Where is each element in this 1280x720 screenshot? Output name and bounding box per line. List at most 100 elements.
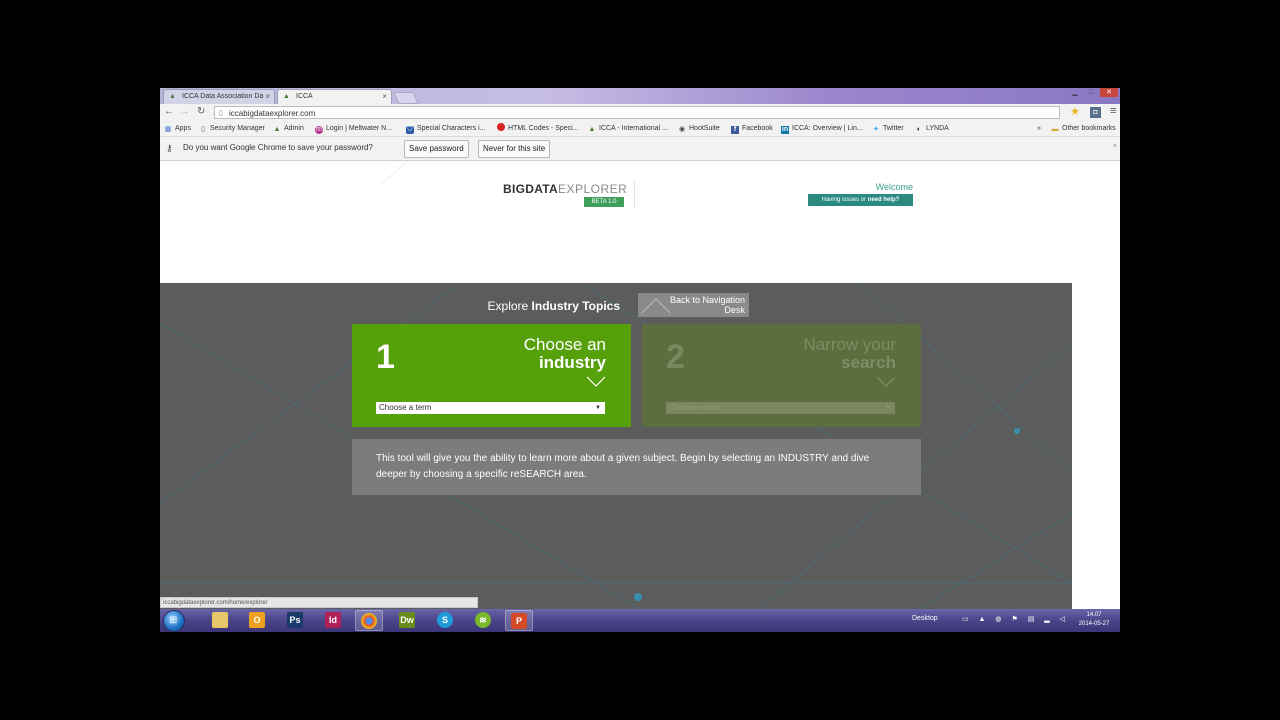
explore-panel: Explore Industry Topics Back to Navigati… bbox=[160, 283, 1072, 609]
minimize-icon[interactable]: ▁ bbox=[1068, 88, 1082, 97]
owl-icon: ◉ bbox=[678, 126, 686, 133]
taskbar-spotify[interactable]: ≋ bbox=[469, 610, 497, 631]
back-to-navigation-desk-button[interactable]: Back to Navigation Desk bbox=[638, 293, 749, 317]
bookmark-linkedin[interactable]: in ICCA: Overview | Lin... bbox=[781, 122, 863, 136]
bigdata-explorer-logo[interactable]: BIGDATAEXPLORER bbox=[503, 182, 627, 196]
apps-icon: ▦ bbox=[164, 126, 172, 133]
bookmark-twitter[interactable]: ✦ Twitter bbox=[872, 122, 904, 136]
bookmark-apps[interactable]: ▦ Apps bbox=[164, 122, 191, 136]
bookmarks-overflow-icon[interactable]: » bbox=[1037, 122, 1041, 136]
maximize-icon[interactable]: □ bbox=[1084, 88, 1098, 97]
bookmarks-bar: ▦ Apps ▯ Security Manager ▲ Admin m Login | … bbox=[160, 122, 1120, 137]
title-bar: ▲ ICCA Data Association Da × ▲ ICCA × ▁ … bbox=[160, 88, 1120, 104]
page-icon: ▯ bbox=[219, 110, 223, 117]
folder-icon bbox=[212, 612, 228, 628]
site-header: BIGDATAEXPLORER BETA 1.0 Welcome Having … bbox=[160, 161, 1072, 283]
desktop-toolbar[interactable]: Desktop bbox=[912, 615, 938, 622]
bookmark-lynda[interactable]: ◐ LYNDA bbox=[915, 122, 949, 136]
chevron-down-icon bbox=[876, 376, 896, 387]
close-tab-icon[interactable]: × bbox=[265, 90, 270, 104]
bookmark-special-characters[interactable]: ⛉ Special Characters i... bbox=[406, 122, 485, 136]
new-tab-button[interactable] bbox=[393, 92, 419, 104]
dropdown-arrow-icon: ▼ bbox=[885, 405, 891, 411]
taskbar-explorer[interactable] bbox=[206, 610, 234, 631]
step-number: 2 bbox=[666, 338, 685, 376]
facebook-icon: f bbox=[731, 126, 739, 134]
red-dot-icon bbox=[497, 123, 505, 131]
photoshop-icon: Ps bbox=[287, 612, 303, 628]
tray-icons[interactable]: ▭ ▲ ◍ ⚑ ▤ ▂ ◁ bbox=[962, 616, 1069, 623]
twitter-icon: ✦ bbox=[873, 126, 879, 133]
close-window-icon[interactable]: ✕ bbox=[1100, 88, 1118, 97]
bookmark-admin[interactable]: ▲ Admin bbox=[273, 122, 304, 136]
window-controls: ▁ □ ✕ bbox=[1068, 88, 1118, 98]
other-bookmarks[interactable]: ▬ Other bookmarks bbox=[1051, 122, 1116, 136]
spotify-icon: ≋ bbox=[475, 612, 491, 628]
forward-arrow-icon[interactable]: → bbox=[180, 106, 190, 117]
bookmark-meltwater[interactable]: m Login | Meltwater N... bbox=[315, 122, 392, 136]
chevron-down-icon bbox=[586, 376, 606, 387]
page-margin bbox=[1072, 161, 1120, 609]
need-help-link[interactable]: Having issues or need help? bbox=[808, 194, 913, 206]
welcome-text: Welcome bbox=[875, 182, 913, 192]
close-tab-icon[interactable]: × bbox=[382, 90, 387, 104]
taskbar-powerpoint[interactable]: P bbox=[505, 610, 533, 631]
windows-taskbar: ⊞ O Ps Id Dw S ≋ P Desktop ▭ ▲ ◍ ⚑ ▤ ▂ ◁… bbox=[160, 609, 1120, 632]
bookmark-html-codes[interactable]: HTML Codes - Speci... bbox=[497, 122, 579, 136]
card-title: Narrow your search bbox=[803, 335, 896, 372]
taskbar-dreamweaver[interactable]: Dw bbox=[393, 610, 421, 631]
linkedin-icon: in bbox=[781, 126, 789, 134]
explore-industry-topics-heading: Explore Industry Topics bbox=[487, 299, 620, 313]
clock-date: 2014-05-27 bbox=[1078, 621, 1110, 627]
folder-icon: ▬ bbox=[1051, 126, 1059, 133]
bookmark-security-manager[interactable]: ▯ Security Manager bbox=[199, 122, 265, 136]
shield-icon: ⛉ bbox=[406, 126, 414, 134]
save-password-infobar: ⚷ Do you want Google Chrome to save your… bbox=[160, 137, 1120, 161]
clock-time: 14.07 bbox=[1086, 612, 1102, 618]
close-infobar-icon[interactable]: × bbox=[1113, 143, 1117, 150]
bookmark-star-icon[interactable]: ★ bbox=[1070, 105, 1080, 118]
address-bar[interactable]: ▯ iccabigdataexplorer.com bbox=[214, 106, 1060, 119]
icca-icon: ▲ bbox=[588, 126, 596, 133]
browser-window: ▲ ICCA Data Association Da × ▲ ICCA × ▁ … bbox=[160, 88, 1120, 632]
start-button[interactable]: ⊞ bbox=[163, 610, 185, 632]
chrome-icon bbox=[361, 613, 377, 629]
bookmark-icca-international[interactable]: ▲ ICCA - International ... bbox=[588, 122, 668, 136]
infobar-message: Do you want Google Chrome to save your p… bbox=[183, 143, 373, 152]
page-icon: ▯ bbox=[201, 126, 205, 133]
system-clock[interactable]: 14.07 2014-05-27 bbox=[1072, 611, 1116, 629]
lynda-icon: ◐ bbox=[916, 126, 922, 133]
chrome-menu-icon[interactable]: ≡ bbox=[1110, 105, 1116, 117]
card-title: Choose an industry bbox=[523, 335, 606, 372]
save-password-button[interactable]: Save password bbox=[404, 140, 469, 158]
taskbar-skype[interactable]: S bbox=[431, 610, 459, 631]
extension-icon[interactable]: ◘ bbox=[1090, 107, 1101, 118]
research-select[interactable]: Choose a term ▼ bbox=[666, 402, 895, 414]
dropdown-arrow-icon: ▼ bbox=[595, 405, 601, 411]
taskbar-chrome[interactable] bbox=[355, 610, 383, 631]
bookmark-facebook[interactable]: f Facebook bbox=[731, 122, 773, 136]
browser-toolbar: ← → ↻ ▯ iccabigdataexplorer.com ★ ◘ ≡ bbox=[160, 104, 1120, 122]
icca-favicon-icon: ▲ bbox=[169, 93, 176, 100]
choose-industry-card: 1 Choose an industry Choose a term ▼ bbox=[352, 324, 631, 427]
never-for-this-site-button[interactable]: Never for this site bbox=[478, 140, 551, 158]
taskbar-indesign[interactable]: Id bbox=[319, 610, 347, 631]
industry-select[interactable]: Choose a term ▼ bbox=[376, 402, 605, 414]
tab-label: ICCA Data Association Da bbox=[182, 93, 264, 100]
dreamweaver-icon: Dw bbox=[399, 612, 415, 628]
taskbar-photoshop[interactable]: Ps bbox=[281, 610, 309, 631]
url-text: iccabigdataexplorer.com bbox=[229, 109, 316, 118]
header-divider bbox=[634, 181, 635, 209]
indesign-icon: Id bbox=[325, 612, 341, 628]
bookmark-hootsuite[interactable]: ◉ HootSuite bbox=[678, 122, 720, 136]
beta-badge: BETA 1.0 bbox=[584, 197, 624, 207]
reload-icon[interactable]: ↻ bbox=[197, 106, 205, 117]
tab-icca-data-association[interactable]: ▲ ICCA Data Association Da × bbox=[163, 89, 275, 104]
meltwater-icon: m bbox=[315, 126, 323, 134]
back-arrow-icon[interactable]: ← bbox=[164, 106, 174, 117]
tab-icca[interactable]: ▲ ICCA × bbox=[277, 89, 392, 104]
windows-logo-icon: ⊞ bbox=[169, 615, 178, 626]
taskbar-outlook[interactable]: O bbox=[243, 610, 271, 631]
outlook-icon: O bbox=[249, 612, 265, 628]
key-icon: ⚷ bbox=[166, 143, 173, 153]
